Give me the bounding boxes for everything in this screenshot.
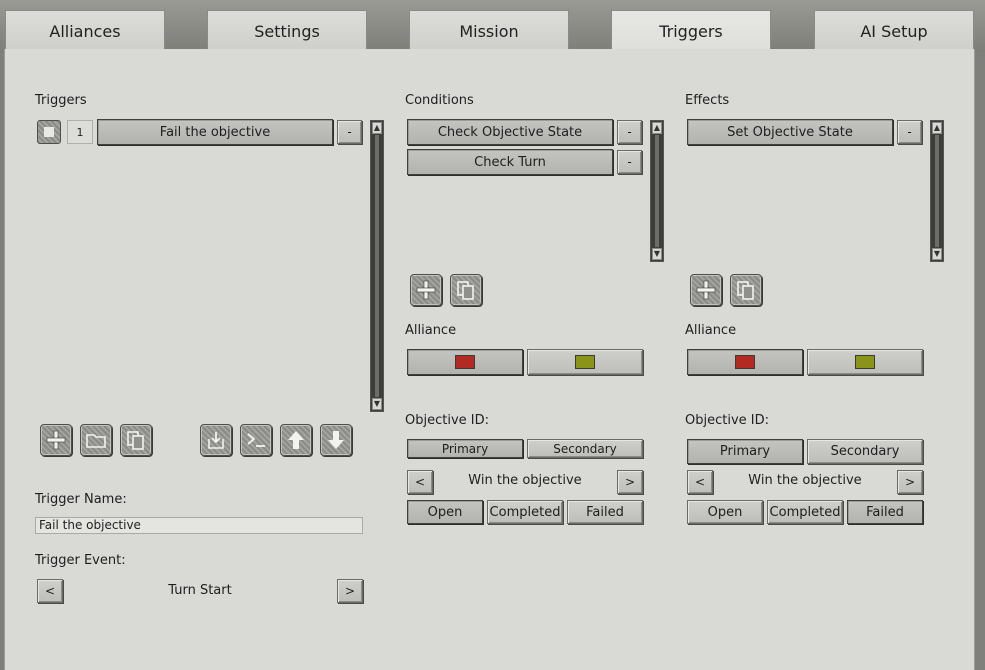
condition-objective-prev-button[interactable]: < bbox=[407, 470, 433, 494]
arrow-down-icon bbox=[328, 431, 344, 449]
condition-state-failed-button[interactable]: Failed bbox=[567, 500, 643, 524]
remove-condition-button[interactable]: - bbox=[617, 150, 642, 174]
scroll-down-icon[interactable]: ▼ bbox=[372, 398, 382, 410]
condition-alliance-label: Alliance bbox=[405, 323, 457, 338]
tab-triggers[interactable]: Triggers bbox=[611, 10, 771, 52]
tab-mission[interactable]: Mission bbox=[409, 10, 569, 49]
tab-ai-setup[interactable]: AI Setup bbox=[814, 10, 974, 49]
copy-icon bbox=[737, 281, 754, 300]
add-condition-button[interactable] bbox=[410, 274, 442, 306]
import-icon bbox=[208, 432, 224, 449]
remove-trigger-button[interactable]: - bbox=[337, 120, 362, 144]
remove-effect-button[interactable]: - bbox=[897, 120, 922, 144]
import-trigger-button[interactable] bbox=[200, 424, 232, 456]
trigger-event-prev-button[interactable]: < bbox=[37, 579, 63, 603]
alliance-color-swatch bbox=[575, 355, 595, 369]
trigger-event-value: Turn Start bbox=[168, 583, 232, 598]
effect-alliance-olive-button[interactable] bbox=[807, 349, 923, 375]
condition-state-completed-button[interactable]: Completed bbox=[487, 500, 563, 524]
condition-primary-button[interactable]: Primary bbox=[407, 439, 523, 458]
scroll-up-icon[interactable]: ▲ bbox=[652, 122, 662, 134]
alliance-color-swatch bbox=[455, 355, 475, 369]
effects-header: Effects bbox=[685, 93, 730, 108]
conditions-header: Conditions bbox=[405, 93, 474, 108]
condition-state-open-button[interactable]: Open bbox=[407, 500, 483, 524]
condition-alliance-red-button[interactable] bbox=[407, 349, 523, 375]
alliance-color-swatch bbox=[855, 355, 875, 369]
add-trigger-button[interactable] bbox=[40, 424, 72, 456]
effect-objective-value: Win the objective bbox=[748, 473, 862, 488]
plus-icon bbox=[696, 280, 716, 300]
scroll-track[interactable] bbox=[375, 135, 379, 397]
effect-objective-prev-button[interactable]: < bbox=[687, 470, 713, 494]
effect-alliance-label: Alliance bbox=[685, 323, 737, 338]
effect-alliance-red-button[interactable] bbox=[687, 349, 803, 375]
duplicate-trigger-button[interactable] bbox=[120, 424, 152, 456]
script-console-button[interactable] bbox=[240, 424, 272, 456]
arrow-up-icon bbox=[288, 431, 304, 449]
tab-alliances[interactable]: Alliances bbox=[5, 10, 165, 49]
plus-icon bbox=[416, 280, 436, 300]
scroll-down-icon[interactable]: ▼ bbox=[652, 248, 662, 260]
effect-objective-next-button[interactable]: > bbox=[897, 470, 923, 494]
trigger-event-label: Trigger Event: bbox=[35, 553, 126, 568]
trigger-name-input[interactable]: Fail the objective bbox=[35, 517, 363, 534]
condition-item[interactable]: Check Objective State bbox=[407, 119, 613, 145]
trigger-index: 1 bbox=[67, 120, 93, 144]
trigger-name-label: Trigger Name: bbox=[35, 492, 127, 507]
effect-secondary-button[interactable]: Secondary bbox=[807, 439, 923, 464]
folder-icon bbox=[86, 434, 106, 448]
scroll-track[interactable] bbox=[655, 135, 659, 247]
move-up-button[interactable] bbox=[280, 424, 312, 456]
conditions-scrollbar[interactable]: ▲ ▼ bbox=[650, 120, 664, 262]
effect-state-completed-button[interactable]: Completed bbox=[767, 500, 843, 524]
plus-icon bbox=[46, 430, 66, 450]
move-down-button[interactable] bbox=[320, 424, 352, 456]
duplicate-condition-button[interactable] bbox=[450, 274, 482, 306]
condition-objective-next-button[interactable]: > bbox=[617, 470, 643, 494]
triggers-scrollbar[interactable]: ▲ ▼ bbox=[370, 120, 384, 412]
condition-objective-value: Win the objective bbox=[468, 473, 582, 488]
effect-item[interactable]: Set Objective State bbox=[687, 119, 893, 145]
condition-objective-label: Objective ID: bbox=[405, 413, 489, 428]
remove-condition-button[interactable]: - bbox=[617, 120, 642, 144]
copy-icon bbox=[457, 281, 474, 300]
duplicate-effect-button[interactable] bbox=[730, 274, 762, 306]
condition-item[interactable]: Check Turn bbox=[407, 149, 613, 175]
effect-primary-button[interactable]: Primary bbox=[687, 439, 803, 464]
effect-state-open-button[interactable]: Open bbox=[687, 500, 763, 524]
open-folder-button[interactable] bbox=[80, 424, 112, 456]
condition-secondary-button[interactable]: Secondary bbox=[527, 439, 643, 458]
copy-icon bbox=[127, 431, 144, 450]
scroll-up-icon[interactable]: ▲ bbox=[932, 122, 942, 134]
tab-settings[interactable]: Settings bbox=[207, 10, 367, 49]
effect-state-failed-button[interactable]: Failed bbox=[847, 500, 923, 524]
scroll-track[interactable] bbox=[935, 135, 939, 247]
alliance-color-swatch bbox=[735, 355, 755, 369]
trigger-item[interactable]: Fail the objective bbox=[97, 119, 333, 145]
add-effect-button[interactable] bbox=[690, 274, 722, 306]
condition-alliance-olive-button[interactable] bbox=[527, 349, 643, 375]
scroll-down-icon[interactable]: ▼ bbox=[932, 248, 942, 260]
console-icon bbox=[247, 433, 265, 447]
trigger-event-next-button[interactable]: > bbox=[337, 579, 363, 603]
scroll-up-icon[interactable]: ▲ bbox=[372, 122, 382, 134]
triggers-header: Triggers bbox=[35, 93, 87, 108]
effect-objective-label: Objective ID: bbox=[685, 413, 769, 428]
trigger-enabled-checkbox[interactable] bbox=[37, 120, 61, 144]
effects-scrollbar[interactable]: ▲ ▼ bbox=[930, 120, 944, 262]
